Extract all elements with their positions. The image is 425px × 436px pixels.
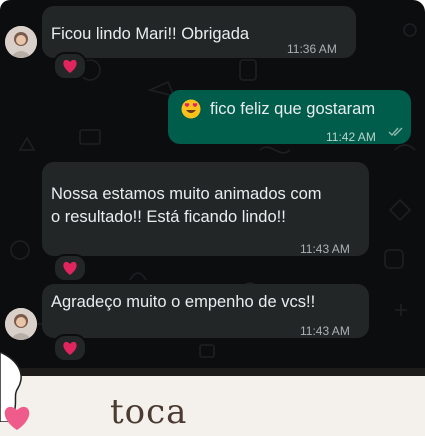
read-receipt-icon (388, 127, 403, 137)
message-text: Agradeço muito o empenho de vcs!! (51, 293, 316, 311)
message-bubble-outgoing[interactable]: fico feliz que gostaram 11:42 AM (168, 90, 411, 144)
contact-avatar[interactable] (5, 26, 37, 58)
chat-area[interactable]: Ficou lindo Mari!! Obrigada 11:36 AM fic… (0, 0, 425, 368)
heart-icon (63, 59, 77, 73)
reaction-badge[interactable] (53, 334, 87, 362)
heart-icon (4, 406, 30, 430)
message-time: 11:36 AM (287, 42, 337, 56)
message-text: Ficou lindo Mari!! Obrigada (51, 25, 250, 43)
footer-image (0, 368, 425, 436)
footer-divider (0, 368, 425, 376)
message-bubble-incoming[interactable]: Nossa estamos muito animados com o resul… (42, 162, 369, 256)
reaction-badge[interactable] (53, 254, 87, 282)
message-time: 11:43 AM (300, 242, 350, 256)
brand-logo: toca (110, 392, 188, 432)
heart-eyes-emoji-icon (181, 99, 201, 119)
message-time: 11:43 AM (300, 324, 350, 338)
chat-screenshot: Ficou lindo Mari!! Obrigada 11:36 AM fic… (0, 0, 425, 436)
message-time: 11:42 AM (326, 130, 376, 144)
message-text-line: Nossa estamos muito animados com (51, 185, 322, 203)
message-bubble-incoming[interactable]: Agradeço muito o empenho de vcs!! 11:43 … (42, 284, 369, 338)
message-text: fico feliz que gostaram (210, 100, 376, 118)
heart-icon (63, 341, 77, 355)
message-bubble-incoming[interactable]: Ficou lindo Mari!! Obrigada 11:36 AM (42, 6, 356, 58)
heart-icon (63, 261, 77, 275)
contact-avatar[interactable] (5, 308, 37, 340)
message-text-line: o resultado!! Está ficando lindo!! (51, 208, 286, 226)
reaction-badge[interactable] (53, 52, 87, 80)
